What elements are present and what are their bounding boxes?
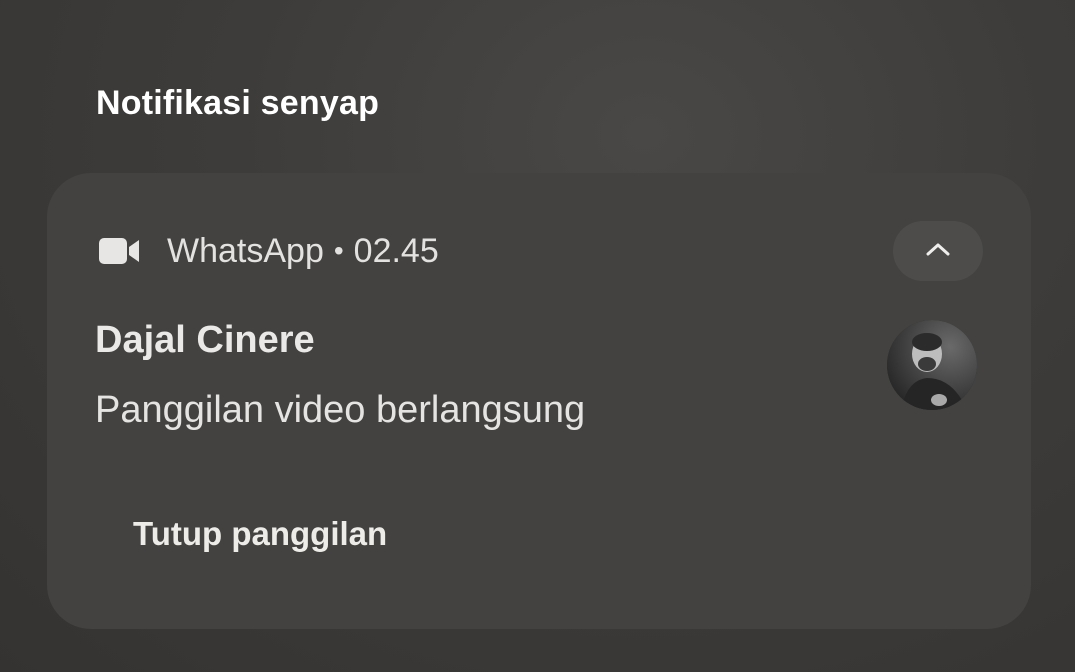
video-camera-icon: [97, 235, 141, 267]
call-status: Panggilan video berlangsung: [95, 389, 586, 431]
notification-card[interactable]: WhatsApp • 02.45 Dajal Cinere Panggilan …: [47, 173, 1031, 629]
contact-avatar[interactable]: [887, 320, 977, 410]
chevron-up-icon: [925, 241, 951, 262]
end-call-button[interactable]: Tutup panggilan: [113, 503, 407, 565]
section-title: Notifikasi senyap: [96, 84, 380, 122]
app-name: WhatsApp: [167, 231, 324, 270]
notification-header: WhatsApp • 02.45: [97, 225, 439, 277]
separator-dot: •: [333, 235, 344, 266]
collapse-button[interactable]: [893, 221, 983, 281]
caller-name: Dajal Cinere: [95, 319, 315, 361]
notification-time: 02.45: [353, 231, 439, 270]
